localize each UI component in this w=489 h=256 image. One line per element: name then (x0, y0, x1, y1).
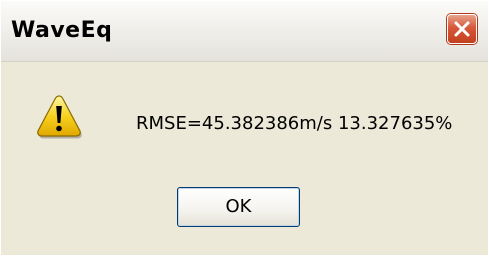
message-text: RMSE=45.382386m/s 13.327635% (136, 113, 453, 134)
warning-icon (37, 95, 82, 139)
close-icon (454, 21, 470, 37)
window-title: WaveEq (11, 18, 113, 43)
message-box-window: WaveEq RMSE=45.382386m/s 13.327635% OK (0, 0, 489, 256)
ok-button[interactable]: OK (177, 187, 300, 227)
dialog-body: RMSE=45.382386m/s 13.327635% OK (1, 62, 488, 255)
title-bar[interactable]: WaveEq (1, 1, 488, 62)
close-button[interactable] (447, 14, 477, 44)
